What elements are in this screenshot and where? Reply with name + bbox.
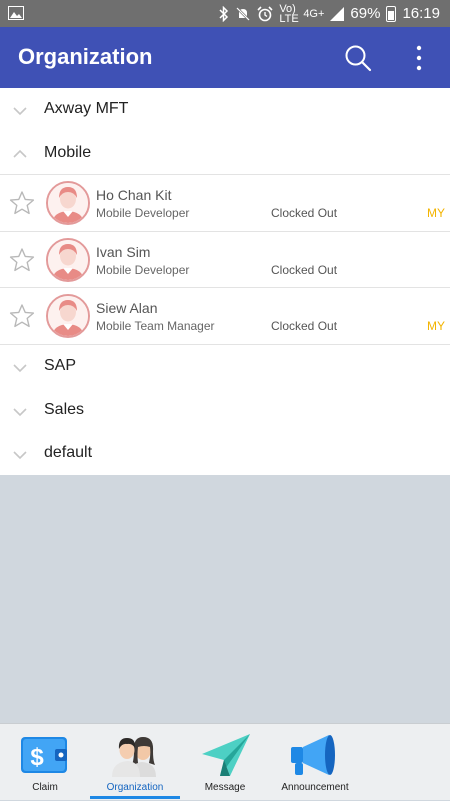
volte-indicator: Vo) LTE	[279, 2, 299, 25]
tab-label: Message	[204, 782, 246, 793]
megaphone-icon	[291, 735, 335, 775]
bluetooth-icon	[219, 5, 229, 22]
active-tab-indicator	[90, 796, 180, 799]
paper-plane-icon	[202, 734, 250, 776]
member-role: Mobile Developer	[96, 263, 190, 277]
member-row[interactable]: Ho Chan Kit Mobile Developer Clocked Out…	[0, 174, 450, 231]
member-status: Clocked Out	[271, 206, 338, 220]
member-name: Siew Alan	[96, 300, 158, 316]
status-bar: Vo) LTE 4G+ 69% 16:19	[0, 0, 450, 27]
mute-icon	[236, 6, 251, 21]
group-row-sales[interactable]: Sales	[0, 389, 450, 433]
tab-organization[interactable]: Organization	[90, 724, 180, 801]
member-name: Ivan Sim	[96, 244, 151, 260]
bottom-navigation: $ Claim Organization Message Announcemen…	[0, 723, 450, 800]
group-label: Axway MFT	[44, 100, 129, 117]
chevron-down-icon	[13, 364, 27, 373]
network-type: 4G+	[303, 7, 325, 20]
chevron-down-icon	[13, 107, 27, 116]
star-icon[interactable]	[9, 303, 35, 329]
chevron-down-icon	[13, 451, 27, 460]
svg-text:$: $	[30, 744, 44, 771]
signal-icon	[330, 6, 345, 21]
member-row[interactable]: Siew Alan Mobile Team Manager Clocked Ou…	[0, 287, 450, 344]
tab-claim[interactable]: $ Claim	[0, 724, 90, 801]
tab-label: Organization	[106, 782, 164, 793]
group-label: default	[44, 444, 93, 461]
chevron-up-icon	[13, 149, 27, 158]
battery-percent: 69%	[350, 5, 381, 22]
organization-list: Axway MFT Mobile Ho Chan Kit Mobile Deve…	[0, 88, 450, 475]
member-status: Clocked Out	[271, 263, 338, 277]
search-icon[interactable]	[344, 44, 372, 72]
tab-label: Announcement	[281, 782, 349, 793]
group-row-mobile[interactable]: Mobile	[0, 132, 450, 176]
clock: 16:19	[402, 5, 440, 22]
app-bar: Organization	[0, 27, 450, 88]
member-status: Clocked Out	[271, 319, 338, 333]
people-icon	[112, 737, 156, 777]
group-row-default[interactable]: default	[0, 432, 450, 476]
star-icon[interactable]	[9, 247, 35, 273]
group-row-sap[interactable]: SAP	[0, 345, 450, 389]
network-label: 4G+	[303, 7, 325, 20]
group-label: SAP	[44, 357, 77, 374]
avatar	[46, 181, 90, 225]
avatar	[46, 294, 90, 338]
member-name: Ho Chan Kit	[96, 187, 172, 203]
tab-message[interactable]: Message	[180, 724, 270, 801]
star-icon[interactable]	[9, 190, 35, 216]
member-role: Mobile Team Manager	[96, 319, 215, 333]
avatar	[46, 238, 90, 282]
chevron-down-icon	[13, 408, 27, 417]
country-tag: MY	[427, 319, 445, 333]
group-row-axway-mft[interactable]: Axway MFT	[0, 88, 450, 132]
wallet-dollar-icon: $	[21, 737, 67, 773]
more-options-icon[interactable]	[412, 44, 426, 72]
group-label: Sales	[44, 401, 85, 418]
battery-icon	[386, 5, 397, 22]
tab-announcement[interactable]: Announcement	[270, 724, 360, 801]
group-label: Mobile	[44, 144, 92, 161]
country-tag: MY	[427, 206, 445, 220]
gallery-notification-icon	[8, 6, 24, 20]
member-row[interactable]: Ivan Sim Mobile Developer Clocked Out	[0, 231, 450, 288]
status-icons: Vo) LTE 4G+ 69% 16:19	[219, 0, 440, 27]
alarm-icon	[257, 5, 273, 21]
page-title: Organization	[18, 44, 153, 69]
tab-label: Claim	[32, 782, 58, 793]
member-role: Mobile Developer	[96, 206, 190, 220]
